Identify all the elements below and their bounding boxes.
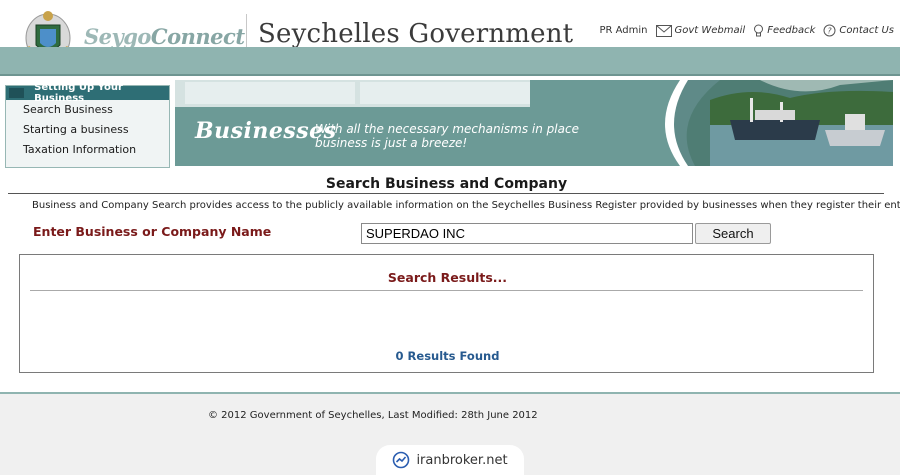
site-footer: © 2012 Government of Seychelles, Last Mo… [0,392,900,475]
watermark-label: iranbroker.net [416,452,508,468]
results-title: Search Results... [387,270,508,285]
company-name-input[interactable] [361,223,693,244]
mail-icon [655,24,672,37]
site-title: Seychelles Government [258,19,574,49]
govt-webmail-label: Govt Webmail [674,25,746,36]
feedback-link[interactable]: Feedback [753,24,815,37]
feedback-label: Feedback [767,25,816,36]
svg-text:?: ? [828,27,833,36]
brand-part-seygo: Seygo [84,24,151,49]
results-count: 0 Results Found [395,349,500,363]
search-field-label: Enter Business or Company Name [33,224,272,239]
search-button[interactable]: Search [695,223,771,244]
banner-faded-tab [360,82,530,104]
lightbulb-icon [754,24,764,37]
sidebar-item-taxation[interactable]: Taxation Information [6,140,169,160]
search-description: Business and Company Search provides acc… [32,200,900,211]
iranbroker-watermark: iranbroker.net [376,445,524,475]
harbour-photo [665,80,893,166]
page-title: Search Business and Company [325,176,568,192]
brand-part-connect: Connect [150,24,245,49]
trend-chart-icon [393,451,410,469]
header-band [0,47,900,76]
help-icon: ? [823,24,836,37]
sidebar-item-label: Taxation Information [23,143,137,156]
sidebar-item-label: Search Business [23,103,113,116]
seygoconnect-logo[interactable]: SeygoConnect [84,24,245,49]
banner-tagline: With all the necessary mechanisms in pla… [315,122,579,150]
top-links: PR Admin Govt Webmail Feedback ? Contact… [591,24,894,37]
contact-us-link[interactable]: ? Contact Us [823,24,894,37]
search-results-panel: Search Results... 0 Results Found [19,254,874,373]
heading-divider [8,193,884,194]
sidebar-item-starting-business[interactable]: Starting a business [6,120,169,140]
sidebar-heading-icon [9,88,25,98]
sidebar-menu: Setting Up Your Business Search Business… [5,82,170,168]
contact-us-label: Contact Us [839,25,894,36]
banner-faded-tab [185,82,355,104]
results-divider [30,290,863,291]
sidebar-heading: Setting Up Your Business [6,82,169,104]
businesses-banner: Businesses With all the necessary mechan… [175,80,893,166]
copyright-text: © 2012 Government of Seychelles, Last Mo… [208,410,538,421]
govt-webmail-link[interactable]: Govt Webmail [655,24,746,37]
sidebar-item-label: Starting a business [23,123,129,136]
pr-admin-label: PR Admin [599,25,648,36]
pr-admin-link[interactable]: PR Admin [599,25,647,36]
